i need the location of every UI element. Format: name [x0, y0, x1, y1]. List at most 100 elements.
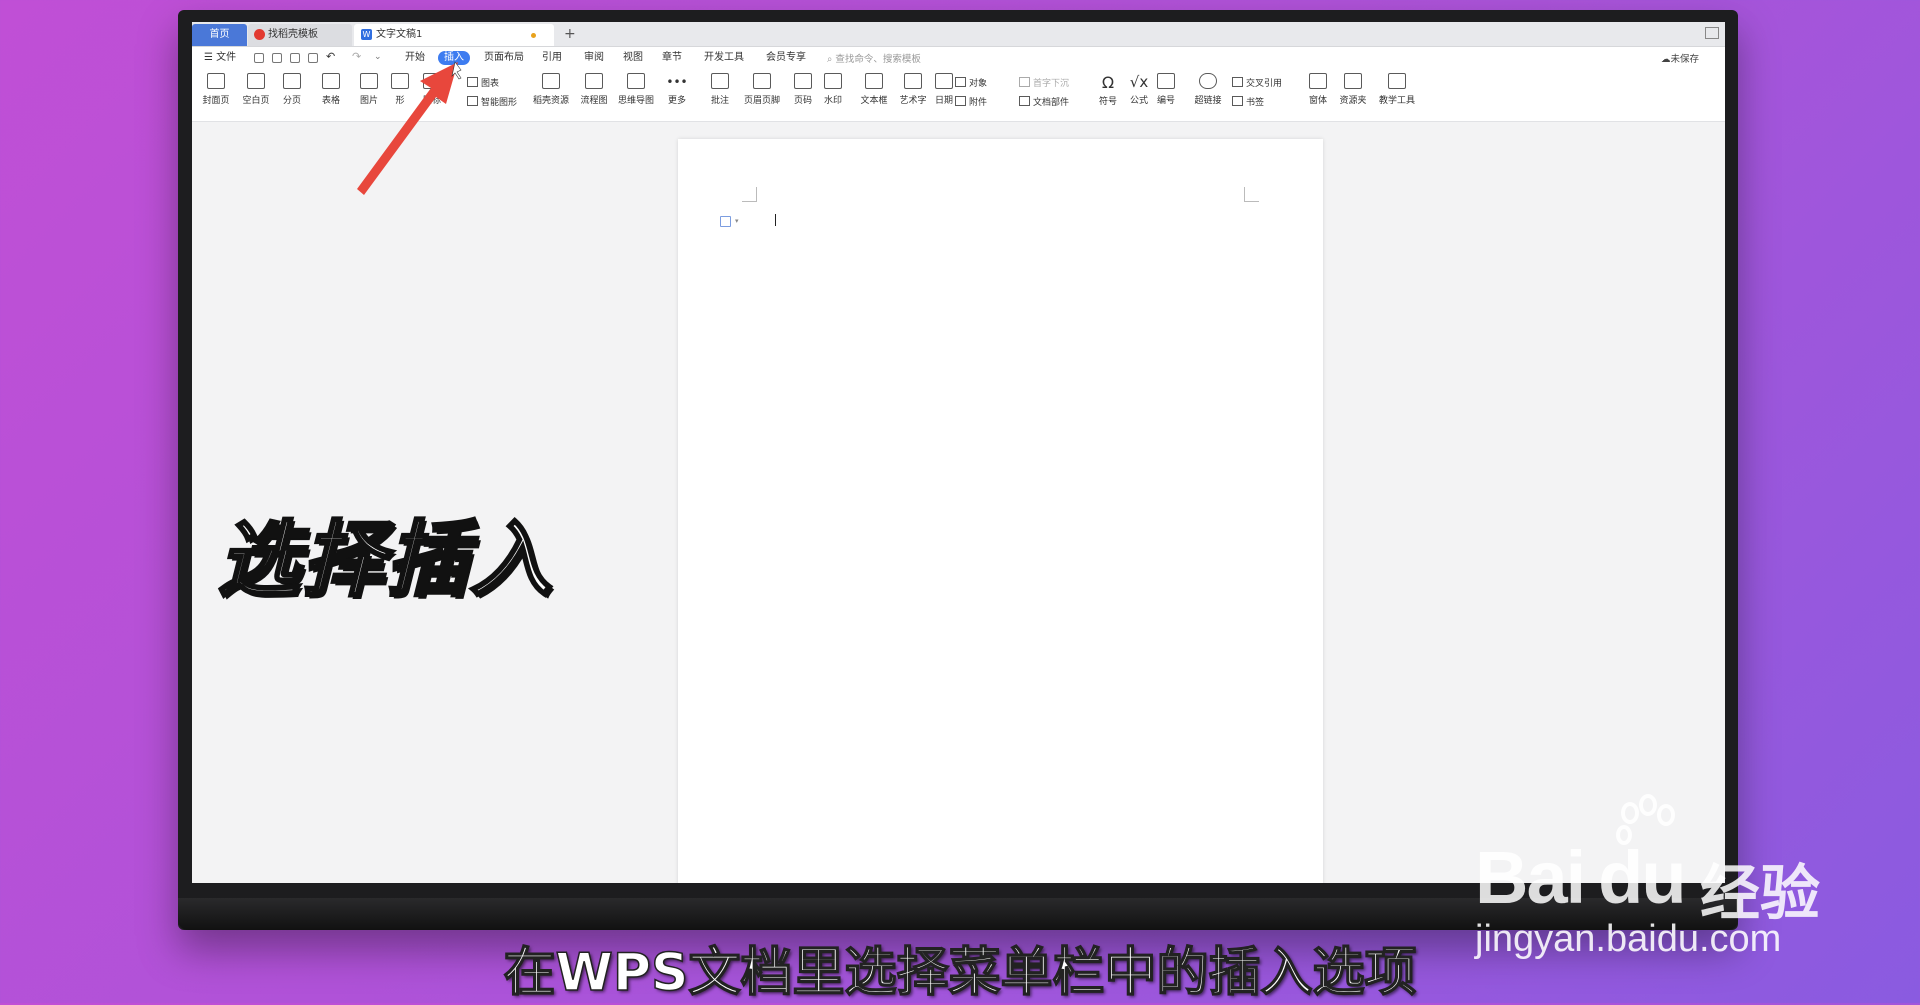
paragraph-layout-dropdown-icon[interactable]: ▾	[735, 217, 739, 225]
baidu-logo-text: Bai du	[1475, 835, 1687, 920]
bookmark-button[interactable]: 书签	[1232, 95, 1264, 108]
page-number-icon	[794, 73, 812, 89]
docer-resources-label: 稻壳资源	[533, 96, 570, 106]
bookmark-icon	[1232, 96, 1243, 106]
blank-page-icon	[247, 73, 265, 89]
header-footer-icon	[753, 73, 771, 89]
file-menu-label: 文件	[216, 52, 237, 63]
redo-icon[interactable]: ↷	[352, 50, 361, 64]
attachment-label: 附件	[969, 98, 988, 108]
cross-reference-button[interactable]: 交叉引用	[1232, 76, 1282, 89]
blank-page-label: 空白页	[242, 96, 270, 106]
new-tab-button[interactable]: +	[564, 24, 576, 44]
text-box-button[interactable]: 文本框	[856, 73, 892, 106]
docer-resources-icon	[542, 73, 560, 89]
menu-chapter[interactable]: 章节	[662, 51, 682, 65]
menu-start[interactable]: 开始	[405, 51, 425, 65]
shape-icon	[391, 73, 409, 89]
menu-references[interactable]: 引用	[542, 51, 562, 65]
paragraph-layout-icon[interactable]	[720, 216, 731, 227]
menu-review[interactable]: 审阅	[584, 51, 604, 65]
cloud-save-status[interactable]: ☁未保存	[1661, 51, 1699, 65]
table-label: 表格	[321, 96, 340, 106]
icon-library-icon	[423, 73, 441, 89]
form-label: 窗体	[1308, 96, 1327, 106]
teaching-tools-label: 教学工具	[1379, 96, 1416, 106]
docer-resources-button[interactable]: 稻壳资源	[533, 73, 569, 106]
command-search[interactable]: ⌕ 查找命令、搜索模板	[827, 51, 921, 65]
smart-shape-label: 智能图形	[481, 98, 518, 108]
text-caret	[775, 214, 776, 226]
word-art-icon	[904, 73, 922, 89]
mind-map-icon	[627, 73, 645, 89]
attachment-button[interactable]: 附件	[955, 95, 987, 108]
menu-member[interactable]: 会员专享	[766, 51, 806, 65]
menu-developer[interactable]: 开发工具	[704, 51, 744, 65]
save-icon[interactable]	[254, 53, 264, 63]
paperclip-icon	[955, 96, 966, 106]
undo-icon[interactable]: ↶	[326, 50, 335, 64]
hyperlink-button[interactable]: 超链接	[1190, 73, 1226, 106]
chart-icon	[467, 77, 478, 87]
drop-cap-button[interactable]: 首字下沉	[1019, 76, 1069, 89]
menu-view[interactable]: 视图	[623, 51, 643, 65]
shape-button[interactable]: 形	[382, 73, 418, 106]
shape-label: 形	[395, 96, 405, 106]
drop-cap-label: 首字下沉	[1033, 79, 1070, 89]
page-break-label: 分页	[282, 96, 301, 106]
cross-reference-label: 交叉引用	[1246, 79, 1283, 89]
menu-page-layout[interactable]: 页面布局	[484, 51, 524, 65]
window-layout-icon[interactable]	[1705, 27, 1719, 39]
resource-folder-button[interactable]: 资源夹	[1335, 73, 1371, 106]
watermark-icon	[824, 73, 842, 89]
quick-access-more-icon[interactable]: ⌄	[374, 50, 382, 64]
print-icon[interactable]	[290, 53, 300, 63]
numbering-button[interactable]: 编号	[1148, 73, 1184, 106]
icon-button[interactable]: 图标	[414, 73, 450, 106]
unsaved-dot-icon	[531, 33, 536, 38]
export-pdf-icon[interactable]	[272, 53, 282, 63]
resource-folder-label: 资源夹	[1339, 96, 1367, 106]
flowchart-button[interactable]: 流程图	[576, 73, 612, 106]
menu-insert[interactable]: 插入	[438, 51, 470, 65]
text-box-icon	[865, 73, 883, 89]
menu-bar: ☰ 文件 ↶ ↷ ⌄ 开始 插入 页面布局 引用 审阅 视图 章节 开发工具 会…	[192, 47, 1725, 69]
more-label: 更多	[667, 96, 686, 106]
comment-icon	[711, 73, 729, 89]
document-page[interactable]: ▾	[678, 139, 1323, 883]
tab-home[interactable]: 首页	[192, 24, 247, 46]
tab-template[interactable]: 找稻壳模板	[248, 24, 352, 46]
hamburger-icon: ☰	[204, 52, 217, 63]
picture-icon	[360, 73, 378, 89]
calendar-icon	[935, 73, 953, 89]
page-break-icon	[283, 73, 301, 89]
cover-page-icon	[207, 73, 225, 89]
numbering-icon	[1157, 73, 1175, 89]
baidu-logo-bai: Bai	[1475, 836, 1586, 919]
step-label: 选择插入	[217, 512, 554, 610]
insert-ribbon: 封面页 空白页 分页 表格 图片 形 图标 图表 智能图形 稻壳资源 流程图 思…	[192, 69, 1725, 122]
doc-parts-button[interactable]: 文档部件	[1019, 95, 1069, 108]
teaching-tools-button[interactable]: 教学工具	[1379, 73, 1415, 106]
table-button[interactable]: 表格	[313, 73, 349, 106]
watermark-button[interactable]: 水印	[815, 73, 851, 106]
comment-button[interactable]: 批注	[702, 73, 738, 106]
mind-map-button[interactable]: 思维导图	[618, 73, 654, 106]
wps-window: 首页 找稻壳模板 W 文字文稿1 + ☰ 文件 ↶ ↷ ⌄ 开始 插入 页面布局…	[192, 22, 1725, 883]
smart-shape-icon	[467, 96, 478, 106]
blank-page-button[interactable]: 空白页	[238, 73, 274, 106]
icon-label: 图标	[422, 96, 441, 106]
smart-shape-button[interactable]: 智能图形	[467, 95, 517, 108]
form-button[interactable]: 窗体	[1300, 73, 1336, 106]
resource-folder-icon	[1344, 73, 1362, 89]
file-menu[interactable]: ☰ 文件	[204, 51, 236, 65]
chart-button[interactable]: 图表	[467, 76, 499, 89]
print-preview-icon[interactable]	[308, 53, 318, 63]
object-button[interactable]: 对象	[955, 76, 987, 89]
more-button[interactable]: ••• 更多	[659, 73, 695, 106]
page-break-button[interactable]: 分页	[274, 73, 310, 106]
header-footer-button[interactable]: 页眉页脚	[744, 73, 780, 106]
tab-document[interactable]: W 文字文稿1	[354, 24, 554, 46]
teaching-tools-icon	[1388, 73, 1406, 89]
cover-page-button[interactable]: 封面页	[198, 73, 234, 106]
